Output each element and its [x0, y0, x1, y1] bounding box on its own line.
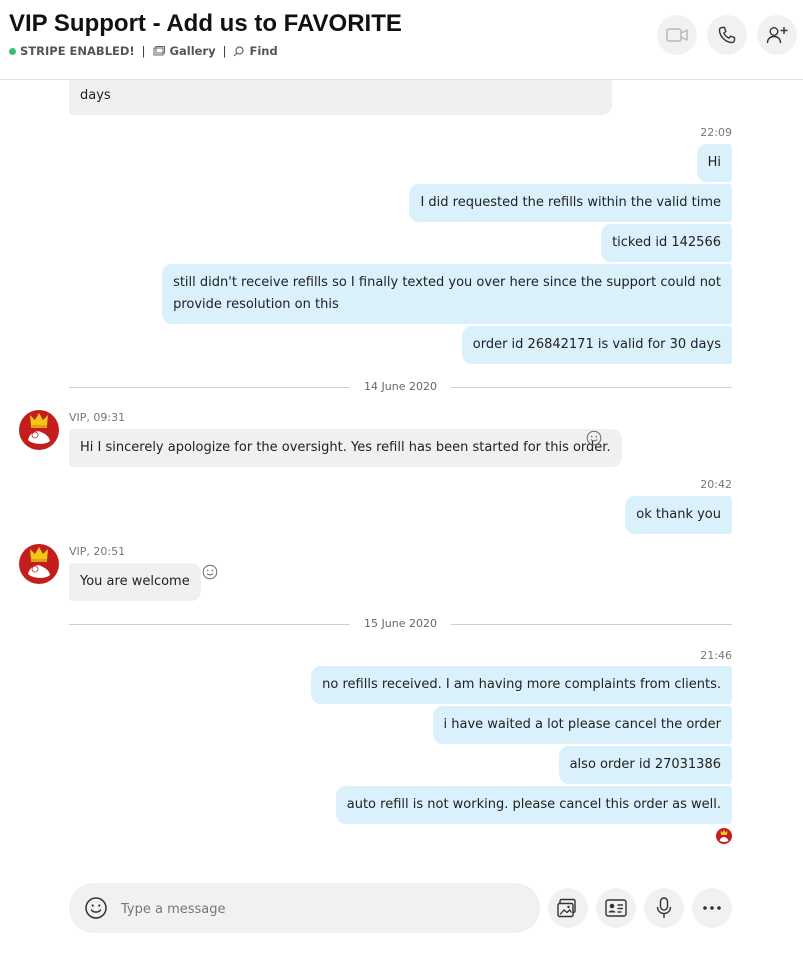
- read-receipt-crown-icon: [719, 829, 729, 843]
- microphone-icon: [656, 897, 672, 918]
- share-media-button[interactable]: [548, 888, 588, 928]
- video-camera-icon: [666, 28, 688, 42]
- add-person-icon: [766, 27, 788, 44]
- message-input[interactable]: [119, 897, 513, 921]
- date-divider: 14 June 2020: [69, 380, 732, 394]
- message-list[interactable]: days 22:09 Hi I did requested the refill…: [0, 80, 803, 860]
- find-link[interactable]: Find: [233, 44, 278, 58]
- avatar[interactable]: [19, 410, 59, 450]
- image-gallery-icon: [557, 898, 576, 918]
- gallery-label: Gallery: [169, 44, 216, 58]
- video-call-button[interactable]: [657, 15, 697, 55]
- incoming-message[interactable]: You are welcome: [69, 563, 201, 601]
- message-text: I did requested the refills within the v…: [420, 195, 721, 210]
- outgoing-message[interactable]: auto refill is not working. please cance…: [335, 786, 732, 824]
- chat-subtitle: STRIPE ENABLED! | Gallery | Find: [9, 44, 278, 58]
- message-text: ticked id 142566: [612, 235, 721, 250]
- outgoing-message[interactable]: ticked id 142566: [601, 224, 732, 262]
- sender-meta: VIP, 20:51: [69, 545, 126, 558]
- emoji-picker-icon[interactable]: [84, 896, 108, 920]
- contact-card-icon: [605, 899, 627, 917]
- message-text: You are welcome: [80, 574, 190, 589]
- add-reaction-smiley-icon[interactable]: [202, 564, 218, 580]
- message-timestamp: 20:42: [700, 478, 732, 491]
- outgoing-message[interactable]: no refills received. I am having more co…: [311, 666, 732, 704]
- add-people-button[interactable]: [757, 15, 797, 55]
- avatar-crown-logo: [28, 413, 50, 444]
- separator: |: [222, 44, 227, 58]
- message-text: i have waited a lot please cancel the or…: [443, 717, 721, 732]
- outgoing-message[interactable]: also order id 27031386: [558, 746, 732, 784]
- message-text: order id 26842171 is valid for 30 days: [472, 337, 721, 352]
- read-receipt-avatar: [716, 828, 732, 844]
- record-audio-button[interactable]: [644, 888, 684, 928]
- more-dots-icon: [703, 906, 721, 910]
- incoming-message[interactable]: Hi I sincerely apologize for the oversig…: [69, 429, 622, 467]
- message-text: Hi I sincerely apologize for the oversig…: [80, 440, 611, 455]
- avatar[interactable]: [19, 544, 59, 584]
- sender-meta: VIP, 09:31: [69, 411, 126, 424]
- online-status-dot: [9, 47, 16, 55]
- gallery-icon: [153, 45, 165, 55]
- message-text: Hi: [707, 155, 721, 170]
- message-composer[interactable]: [69, 883, 540, 933]
- message-text: no refills received. I am having more co…: [322, 677, 721, 692]
- outgoing-message[interactable]: I did requested the refills within the v…: [409, 184, 732, 222]
- message-text: days: [80, 88, 111, 103]
- date-divider: 15 June 2020: [69, 617, 732, 631]
- audio-call-button[interactable]: [707, 15, 747, 55]
- incoming-message[interactable]: days: [69, 80, 612, 115]
- find-label: Find: [249, 44, 278, 58]
- add-reaction-smiley-icon[interactable]: [586, 430, 602, 446]
- status-label: STRIPE ENABLED!: [20, 44, 135, 58]
- outgoing-message[interactable]: ok thank you: [625, 496, 732, 534]
- outgoing-message[interactable]: Hi: [696, 144, 732, 182]
- separator: |: [141, 44, 146, 58]
- message-text: also order id 27031386: [569, 757, 721, 772]
- message-text: auto refill is not working. please cance…: [346, 797, 721, 812]
- gallery-link[interactable]: Gallery: [153, 44, 216, 58]
- date-label: 15 June 2020: [364, 617, 437, 630]
- outgoing-message[interactable]: order id 26842171 is valid for 30 days: [461, 326, 732, 364]
- outgoing-message[interactable]: still didn't receive refills so I finall…: [162, 264, 732, 324]
- message-text: ok thank you: [636, 507, 721, 522]
- avatar-crown-logo: [28, 547, 50, 578]
- search-icon: [234, 45, 245, 56]
- chat-title[interactable]: VIP Support - Add us to FAVORITE: [9, 10, 402, 38]
- message-timestamp: 22:09: [700, 126, 732, 139]
- date-label: 14 June 2020: [364, 380, 437, 393]
- chat-header: VIP Support - Add us to FAVORITE STRIPE …: [0, 0, 803, 80]
- phone-icon: [718, 26, 736, 44]
- message-text-line: provide resolution on this: [173, 297, 339, 312]
- message-text-line: still didn't receive refills so I finall…: [173, 275, 721, 290]
- outgoing-message[interactable]: i have waited a lot please cancel the or…: [432, 706, 732, 744]
- message-timestamp: 21:46: [700, 649, 732, 662]
- more-options-button[interactable]: [692, 888, 732, 928]
- send-contact-button[interactable]: [596, 888, 636, 928]
